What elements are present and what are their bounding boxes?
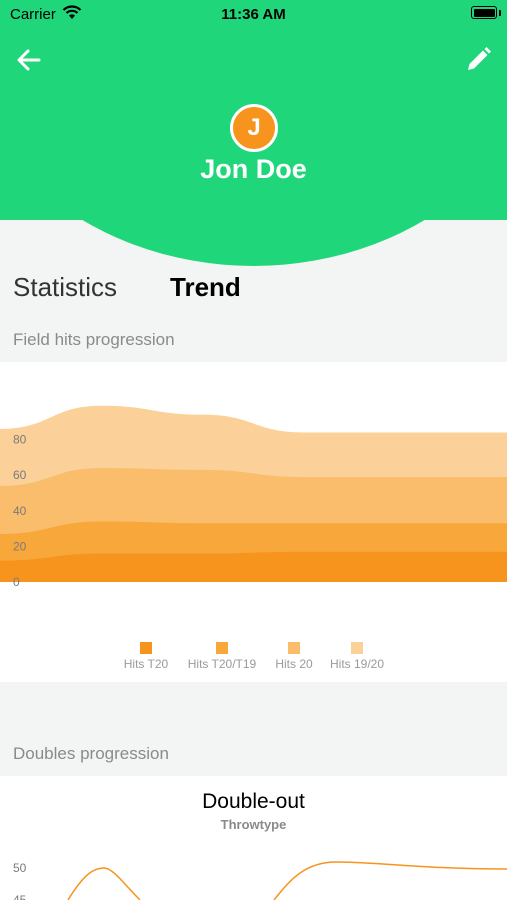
battery-icon — [471, 6, 497, 19]
y-tick-label: 45 — [13, 893, 27, 900]
y-tick-label: 80 — [13, 433, 27, 447]
tab-trend[interactable]: Trend — [170, 272, 241, 303]
doubles-title: Doubles progression — [13, 744, 169, 763]
y-tick-label: 50 — [13, 861, 27, 875]
back-arrow-icon[interactable] — [14, 45, 44, 75]
user-name: Jon Doe — [200, 154, 307, 184]
legend-label: Hits T20/T19 — [187, 657, 257, 671]
legend-item: Hits T20 — [120, 642, 172, 671]
status-bar: Carrier 11:36 AM — [0, 0, 507, 28]
edit-pencil-icon[interactable] — [463, 45, 493, 75]
field-hits-card: 0 20 40 60 80 — [0, 362, 507, 682]
tab-bar: Statistics Trend — [0, 272, 507, 308]
legend-swatch — [288, 642, 300, 654]
avatar: J — [230, 104, 278, 152]
field-hits-legend: Hits T20 Hits T20/T19 Hits 20 Hits 19/20 — [0, 642, 507, 672]
legend-swatch — [140, 642, 152, 654]
y-tick-label: 0 — [13, 575, 20, 589]
line-series — [67, 861, 507, 900]
y-tick-label: 40 — [13, 504, 27, 518]
y-tick-label: 20 — [13, 539, 27, 553]
legend-item: Hits T20/T19 — [182, 642, 262, 671]
legend-label: Hits 20 — [275, 657, 313, 671]
legend-label: Hits T20 — [123, 657, 169, 671]
field-hits-title: Field hits progression — [13, 330, 175, 349]
profile-header: Carrier 11:36 AM J Jon Doe — [0, 0, 507, 270]
legend-label: Hits 19/20 — [329, 657, 385, 671]
field-hits-chart: 0 20 40 60 80 — [0, 405, 507, 589]
legend-item: Hits 20 — [271, 642, 317, 671]
doubles-chart: 50 45 — [13, 861, 507, 900]
tab-statistics[interactable]: Statistics — [13, 272, 117, 303]
legend-item: Hits 19/20 — [325, 642, 389, 671]
y-tick-label: 60 — [13, 468, 27, 482]
battery-tip — [499, 10, 501, 16]
legend-swatch — [351, 642, 363, 654]
clock: 11:36 AM — [221, 6, 286, 23]
legend-swatch — [216, 642, 228, 654]
area-series — [0, 551, 507, 582]
doubles-card: Double-out Throwtype 50 45 — [0, 776, 507, 900]
